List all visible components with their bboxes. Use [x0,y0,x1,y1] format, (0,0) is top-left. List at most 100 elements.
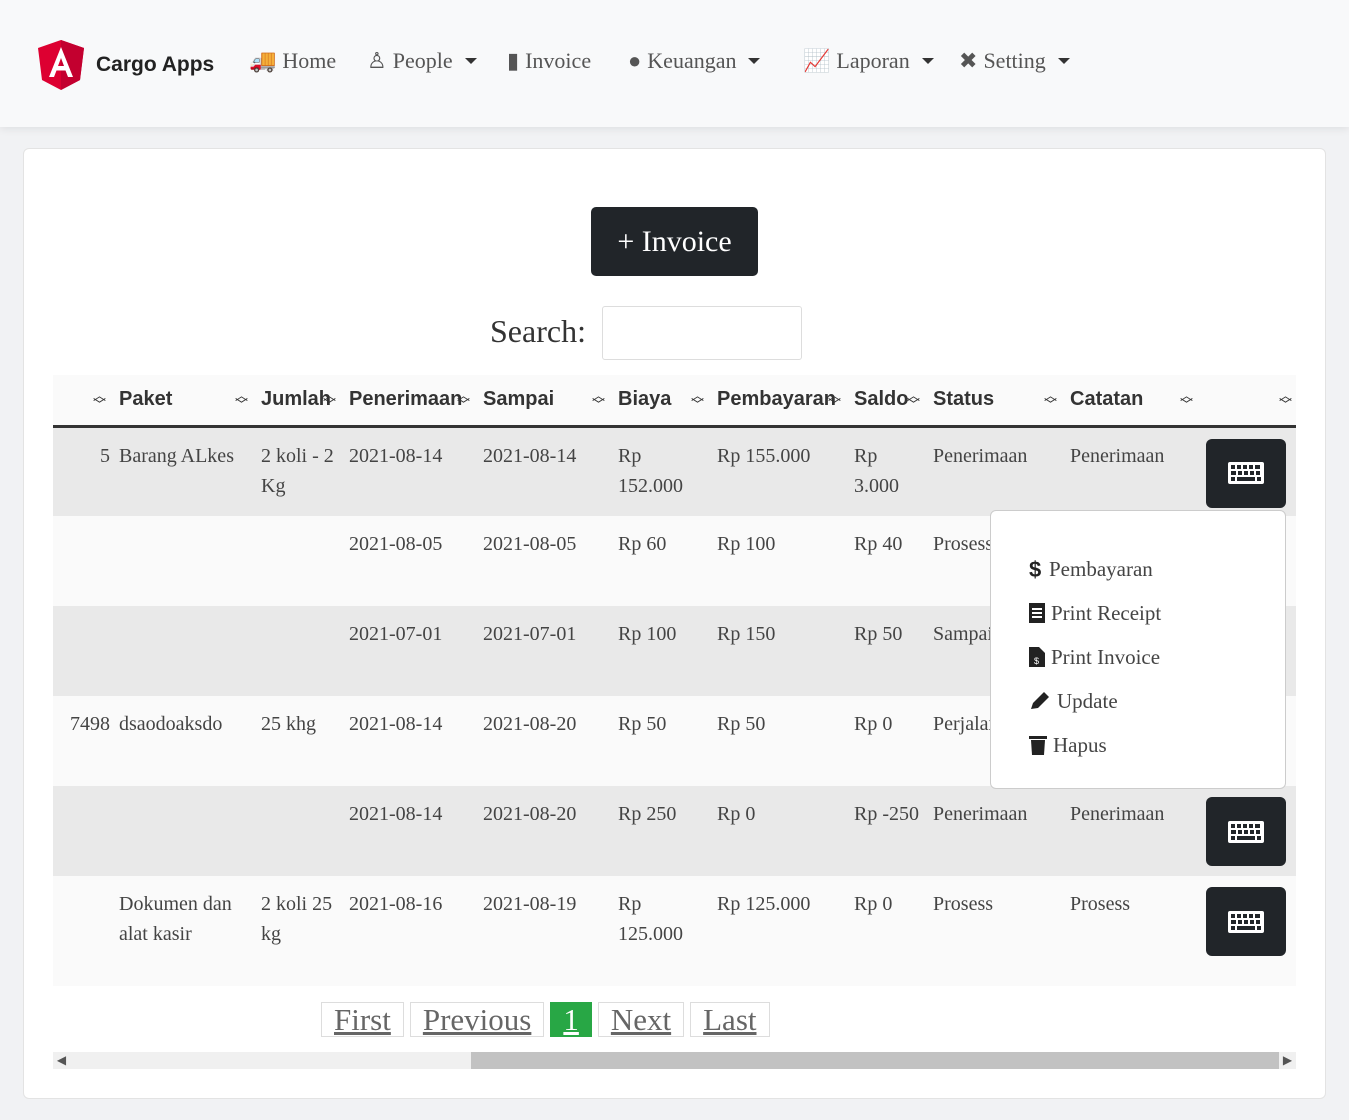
table-cell: Rp 0 [845,876,924,986]
add-invoice-button[interactable]: + Invoice [591,207,758,276]
table-cell: Rp 50 [609,696,708,786]
actions-button[interactable] [1206,438,1286,508]
trash-icon [1029,736,1047,755]
caret-down-icon [464,58,477,64]
table-cell: 2021-08-16 [340,876,474,986]
column-header-label: Catatan [1070,388,1144,411]
table-cell: 2021-08-14 [474,426,609,516]
sort-icon: ︿ ﹀ [690,388,704,412]
column-header[interactable]: ︿ ﹀ [1197,375,1296,428]
menu-item-print-receipt[interactable]: Print Receipt [1029,591,1285,635]
column-header[interactable]: Jumlah ︿ ﹀ [252,375,340,428]
column-header[interactable]: Sampai ︿ ﹀ [474,375,609,428]
sort-icon: ︿ ﹀ [1179,388,1193,412]
person-icon: ♙ [367,48,387,73]
sort-icon: ︿ ﹀ [322,388,336,412]
table-cell: Rp 152.000 [609,426,708,516]
table-cell [252,786,340,876]
sort-icon: ︿ ﹀ [827,388,841,412]
table-cell: Rp 125.000 [708,876,845,986]
nav-laporan[interactable]: 📈 Laporan [803,48,934,74]
scrollbar-thumb[interactable] [471,1052,1279,1069]
table-cell: Barang ALkes [110,426,252,516]
menu-label: Update [1057,688,1118,713]
menu-label: Pembayaran [1049,556,1153,581]
sort-icon: ︿ ﹀ [456,388,470,412]
nav-label: Laporan [836,48,910,73]
pen-icon [1031,692,1049,709]
table-cell: Penerimaan [924,786,1061,876]
table-cell: dsaodoaksdo [110,696,252,786]
navbar: Cargo Apps 🚚 Home ♙ People ▮ Invoice ● Keuan… [0,0,1349,127]
table-cell: 2021-07-01 [340,606,474,696]
table-cell: Rp 100 [708,516,845,606]
nav-people[interactable]: ♙ People [367,48,477,74]
action-cell [1197,876,1296,986]
table-row: 2021-08-14 2021-08-20 Rp 250 Rp 0 Rp -250 Pen… [53,786,1296,876]
table-cell: Rp 50 [845,606,924,696]
keyboard-icon [1228,910,1264,933]
file-invoice-dollar-icon: $ [1029,647,1045,667]
tools-icon: ✖ [959,48,978,73]
page-first[interactable]: First [321,1002,404,1037]
nav-label: Keuangan [647,48,737,73]
search-input[interactable] [602,306,802,360]
page-previous[interactable]: Previous [409,1002,545,1037]
nav-home[interactable]: 🚚 Home [249,48,336,74]
nav-label: Setting [983,48,1046,73]
table-cell [110,516,252,606]
table-cell: Rp 60 [609,516,708,606]
column-header[interactable]: Status ︿ ﹀ [924,375,1061,428]
page-next[interactable]: Next [597,1002,685,1037]
table-cell: Prosess [1061,876,1197,986]
column-header-label: Paket [119,388,173,411]
column-header[interactable]: Pembayaran ︿ ﹀ [708,375,845,428]
table-cell: 2 koli 25 kg [252,876,340,986]
table-cell: Prosess [924,876,1061,986]
nav-invoice[interactable]: ▮ Invoice [507,48,591,74]
table-cell [252,606,340,696]
svg-text:$: $ [1034,656,1039,666]
column-header[interactable]: Biaya ︿ ﹀ [609,375,708,428]
scroll-left-icon[interactable]: ◀ [53,1052,70,1069]
menu-label: Hapus [1053,732,1107,757]
page-last[interactable]: Last [690,1002,770,1037]
table-cell: 2021-08-14 [340,696,474,786]
table-cell [53,516,110,606]
keyboard-icon [1228,820,1264,843]
nav-keuangan[interactable]: ● Keuangan [628,48,761,74]
menu-item-pembayaran[interactable]: $ Pembayaran [1029,547,1285,591]
scroll-right-icon[interactable]: ▶ [1279,1052,1296,1069]
table-cell: 2021-08-20 [474,786,609,876]
table-cell: Rp 40 [845,516,924,606]
table-cell: 2021-08-14 [340,786,474,876]
brand[interactable]: Cargo Apps [38,40,214,90]
nav-label: Invoice [525,48,592,73]
nav-label: Home [282,48,337,73]
actions-button[interactable] [1206,887,1286,956]
horizontal-scrollbar[interactable]: ◀ ▶ [53,1052,1296,1069]
actions-button[interactable] [1206,797,1286,866]
column-header-label: Pembayaran [717,388,836,411]
column-header[interactable]: Paket ︿ ﹀ [110,375,252,428]
column-header-label: Biaya [618,388,672,411]
menu-item-hapus[interactable]: Hapus [1029,723,1285,767]
page-current[interactable]: 1 [550,1002,592,1037]
nav-setting[interactable]: ✖ Setting [959,48,1070,74]
table-cell: 2 koli - 2 Kg [252,426,340,516]
table-cell [53,606,110,696]
table-cell: Rp 250 [609,786,708,876]
sort-icon: ︿ ﹀ [591,388,605,412]
table-cell: 2021-08-05 [474,516,609,606]
menu-label: Print Invoice [1051,644,1161,669]
sort-icon: ︿ ﹀ [92,388,106,412]
search-label: Search: [490,313,586,349]
column-header[interactable]: Catatan ︿ ﹀ [1061,375,1197,428]
column-header[interactable]: e︿﹀ [53,375,110,428]
menu-item-print-invoice[interactable]: $ Print Invoice [1029,635,1285,679]
menu-item-update[interactable]: Update [1029,679,1285,723]
table-row: Dokumen dan alat kasir 2 koli 25 kg 2021-0… [53,876,1296,986]
nav-label: People [392,48,453,73]
column-header[interactable]: Saldo ︿ ﹀ [845,375,924,428]
column-header[interactable]: Penerimaan ︿ ﹀ [340,375,474,428]
